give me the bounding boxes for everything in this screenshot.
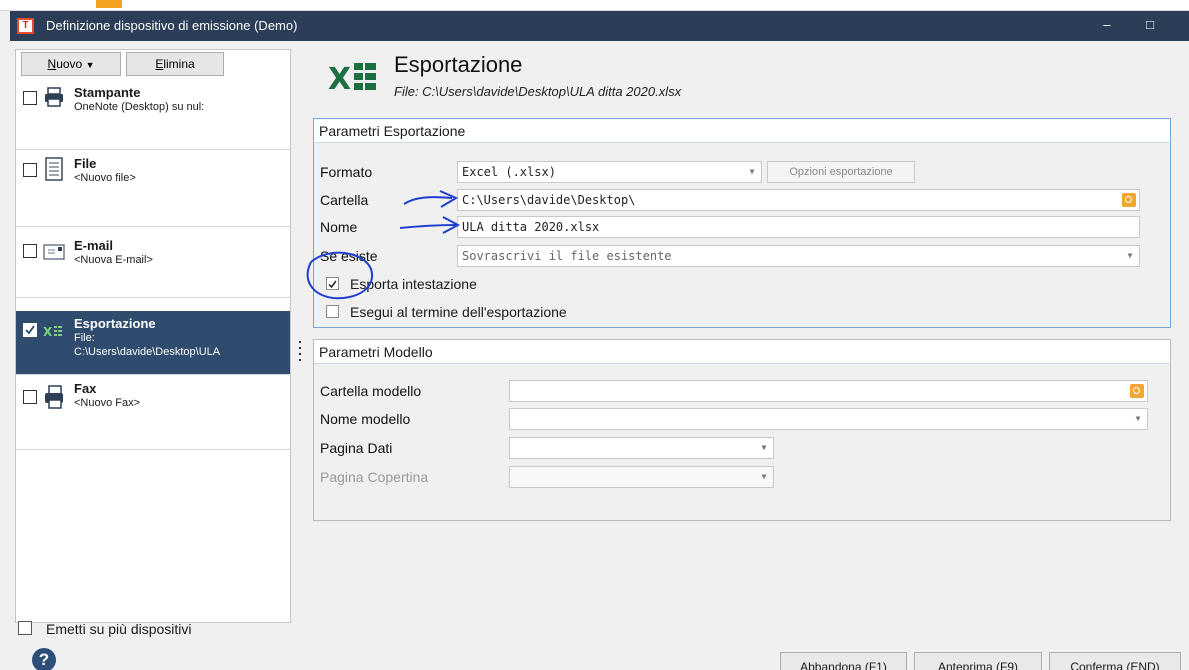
run-after-checkbox[interactable] (326, 305, 339, 318)
export-header-label: Esporta intestazione (350, 276, 477, 292)
name-value: ULA ditta 2020.xlsx (462, 220, 600, 234)
dialog-window: T Definizione dispositivo di emissione (… (10, 11, 1189, 670)
model-params-group: Parametri Modello Cartella modello Nome … (313, 339, 1171, 521)
exists-select[interactable]: Sovrascrivi il file esistente ▼ (457, 245, 1140, 267)
device-detail: OneNote (Desktop) su nul: (74, 101, 205, 113)
device-checkbox[interactable] (23, 323, 37, 337)
folder-input[interactable]: C:\Users\davide\Desktop\ (457, 189, 1140, 211)
device-detail: <Nuovo file> (74, 172, 136, 184)
excel-icon: X (43, 325, 62, 339)
device-item-export[interactable]: X Esportazione File: C:\Users\davide\Des… (16, 311, 290, 375)
model-name-select[interactable]: ▼ (509, 408, 1148, 430)
chevron-down-icon[interactable]: ▼ (1121, 246, 1139, 266)
printer-icon (45, 87, 63, 107)
svg-text:X: X (328, 62, 351, 97)
device-checkbox[interactable] (23, 244, 37, 258)
background-app-tab (96, 0, 122, 8)
device-name: E-mail (74, 238, 114, 253)
titlebar: T Definizione dispositivo di emissione (… (10, 11, 1189, 41)
multi-device-label: Emetti su più dispositivi (46, 621, 192, 637)
device-item-email[interactable]: E-mail <Nuova E-mail> (16, 228, 290, 298)
name-input[interactable]: ULA ditta 2020.xlsx (457, 216, 1140, 238)
model-folder-label: Cartella modello (320, 383, 422, 399)
exists-label: Se esiste (320, 248, 378, 264)
delete-button[interactable]: Elimina (126, 52, 224, 76)
checkmark-icon (25, 325, 35, 335)
device-name: Fax (74, 381, 97, 396)
folder-value: C:\Users\davide\Desktop\ (462, 193, 636, 207)
multi-device-checkbox[interactable] (18, 621, 32, 635)
export-options-button[interactable]: Opzioni esportazione (767, 161, 915, 183)
model-folder-input[interactable] (509, 380, 1148, 402)
maximize-button[interactable]: □ (1139, 15, 1161, 35)
help-icon[interactable]: ? (32, 648, 56, 670)
cover-page-select: ▼ (509, 466, 774, 488)
device-item-printer[interactable]: Stampante OneNote (Desktop) su nul: (16, 80, 290, 150)
new-button[interactable]: Nuovo ▼ (21, 52, 121, 76)
device-detail: <Nuova E-mail> (74, 254, 153, 266)
cancel-button[interactable]: Abbandona (F1) (780, 652, 907, 670)
confirm-button[interactable]: Conferma (END) (1049, 652, 1181, 670)
run-after-label: Esegui al termine dell'esportazione (350, 304, 567, 320)
device-details: X Esportazione File: C:\Users\davide\Des… (308, 41, 1189, 670)
file-icon (45, 157, 63, 181)
device-detail: File: (74, 332, 95, 344)
data-page-select[interactable]: ▼ (509, 437, 774, 459)
format-select[interactable]: Excel (.xlsx) ▼ (457, 161, 762, 183)
search-icon[interactable] (1122, 193, 1136, 207)
device-name: Stampante (74, 85, 141, 100)
chevron-down-icon[interactable]: ▼ (755, 438, 773, 458)
chevron-down-icon[interactable]: ▼ (743, 162, 761, 182)
fax-icon (45, 385, 63, 409)
email-icon (43, 244, 65, 260)
minimize-button[interactable]: – (1096, 15, 1118, 35)
format-value: Excel (.xlsx) (462, 165, 556, 179)
delete-button-label: limina (163, 57, 195, 71)
svg-text:X: X (43, 325, 53, 339)
device-item-fax[interactable]: Fax <Nuovo Fax> (16, 376, 290, 450)
window-title: Definizione dispositivo di emissione (De… (46, 18, 298, 33)
checkmark-icon (328, 280, 337, 289)
search-icon[interactable] (1130, 384, 1144, 398)
app-icon: T (17, 18, 34, 34)
chevron-down-icon: ▼ (85, 60, 95, 70)
cover-page-label: Pagina Copertina (320, 469, 429, 485)
device-checkbox[interactable] (23, 163, 37, 177)
group-title: Parametri Modello (314, 340, 1170, 364)
data-page-label: Pagina Dati (320, 440, 393, 456)
page-subtitle: File: C:\Users\davide\Desktop\ULA ditta … (394, 84, 682, 99)
model-name-label: Nome modello (320, 411, 411, 427)
device-detail-path: C:\Users\davide\Desktop\ULA (74, 346, 221, 358)
group-title: Parametri Esportazione (314, 119, 1170, 143)
background-app-strip (0, 0, 1189, 11)
device-panel: Nuovo ▼ Elimina Stampante OneNote (Deskt… (15, 49, 291, 623)
page-title: Esportazione (394, 52, 523, 77)
device-checkbox[interactable] (23, 91, 37, 105)
device-checkbox[interactable] (23, 390, 37, 404)
name-label: Nome (320, 219, 358, 235)
export-header-checkbox[interactable] (326, 277, 339, 290)
new-button-accel: N (47, 57, 57, 71)
new-button-label: uovo (56, 57, 83, 71)
excel-icon: X (328, 62, 376, 97)
device-detail: <Nuovo Fax> (74, 397, 141, 409)
panel-splitter[interactable] (299, 341, 302, 365)
format-label: Formato (320, 164, 373, 180)
device-name: Esportazione (74, 316, 156, 331)
exists-value: Sovrascrivi il file esistente (462, 249, 672, 263)
preview-button[interactable]: Anteprima (F9) (914, 652, 1042, 670)
export-params-group: Parametri Esportazione Formato Excel (.x… (313, 118, 1171, 328)
device-item-file[interactable]: File <Nuovo file> (16, 151, 290, 227)
device-name: File (74, 156, 97, 171)
chevron-down-icon: ▼ (761, 472, 767, 481)
folder-label: Cartella (320, 192, 369, 208)
chevron-down-icon[interactable]: ▼ (1129, 409, 1147, 429)
